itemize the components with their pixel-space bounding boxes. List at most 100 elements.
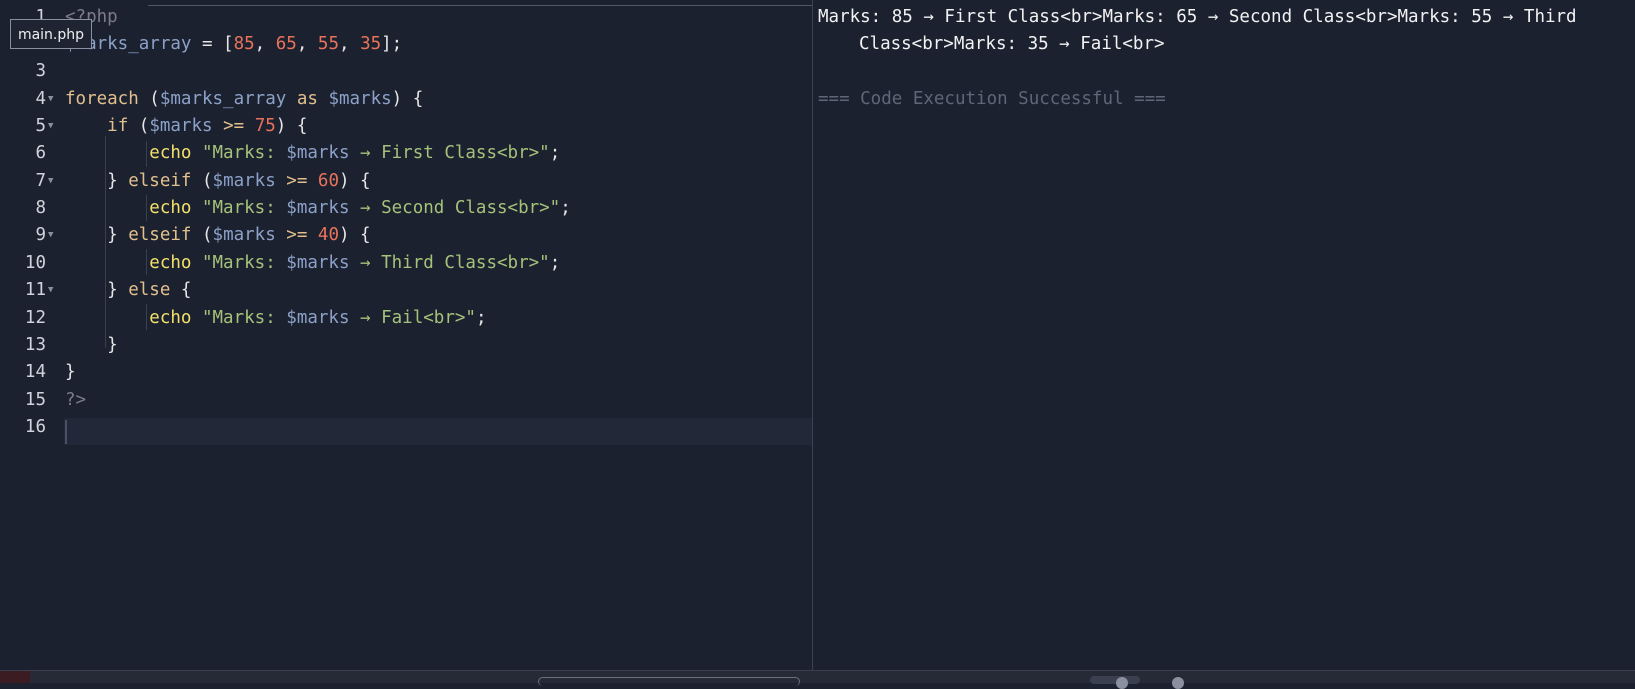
punct-token: { (170, 280, 192, 300)
punct-token: ; (549, 143, 561, 163)
punct-token: ) { (338, 171, 371, 191)
fold-arrow-icon[interactable]: ▼ (48, 86, 58, 113)
keyword-token: foreach (65, 89, 139, 109)
number-token: 85 (233, 34, 255, 54)
number-token: 55 (317, 34, 339, 54)
execution-status: === Code Execution Successful === (818, 89, 1166, 109)
variable-token: $marks (286, 253, 350, 273)
echo-token: echo (149, 143, 192, 163)
code-line: foreach ($marks_array as $marks) { (65, 86, 423, 113)
echo-token: echo (149, 198, 192, 218)
line-number: 13 (24, 335, 46, 355)
line-number: 12 (24, 308, 46, 328)
fold-arrow-icon[interactable]: ▼ (48, 277, 58, 304)
output-line: Marks: 85 → First Class<br>Marks: 65 → S… (818, 7, 1577, 27)
code-line: echo "Marks: $marks → First Class<br>"; (65, 140, 560, 167)
line-number: 4 (35, 89, 46, 109)
operator-token: >= (212, 116, 255, 136)
punct-token: , (338, 34, 361, 54)
code-line: } elseif ($marks >= 40) { (65, 222, 370, 249)
code-line: } (65, 332, 118, 359)
punct-token: ( (191, 171, 213, 191)
punct-token: ( (138, 89, 160, 109)
keyword-token: else (128, 280, 171, 300)
active-line-highlight (64, 418, 812, 445)
variable-token: $marks (212, 225, 276, 245)
punct-token: ( (191, 225, 213, 245)
number-token: 35 (360, 34, 382, 54)
punct-token: ; (475, 308, 487, 328)
punct-token: ) { (391, 89, 424, 109)
code-line: if ($marks >= 75) { (65, 113, 307, 140)
number-token: 40 (317, 225, 339, 245)
string-token: → First Class<br>" (349, 143, 550, 163)
string-token: "Marks: (191, 308, 287, 328)
string-token: "Marks: (191, 143, 287, 163)
number-token: 65 (275, 34, 297, 54)
code-line: } (65, 359, 76, 386)
echo-token: echo (149, 253, 192, 273)
number-token: 75 (254, 116, 276, 136)
taskbar-dot-icon[interactable] (1116, 677, 1128, 689)
variable-token: $marks (149, 116, 213, 136)
fold-arrow-icon[interactable]: ▼ (48, 222, 58, 249)
variable-token: $marks (286, 143, 350, 163)
code-line: echo "Marks: $marks → Fail<br>"; (65, 305, 486, 332)
taskbar-edge (0, 670, 1635, 689)
variable-token: $marks (286, 198, 350, 218)
line-number: 3 (35, 61, 46, 81)
variable-token: $marks (328, 89, 392, 109)
fold-arrow-icon[interactable]: ▼ (48, 168, 58, 195)
line-number: 15 (24, 390, 46, 410)
string-token: → Fail<br>" (349, 308, 476, 328)
punct-token: ) { (275, 116, 308, 136)
code-line: ?> (65, 387, 86, 414)
keyword-token: if (107, 116, 129, 136)
code-line: } elseif ($marks >= 60) { (65, 168, 371, 195)
punct-token: ; (549, 253, 561, 273)
output-panel: Marks: 85 → First Class<br>Marks: 65 → S… (813, 0, 1635, 670)
variable-token: $marks_array (159, 89, 287, 109)
code-line: $marks_array = [85, 65, 55, 35]; (65, 31, 402, 58)
code-line: echo "Marks: $marks → Third Class<br>"; (65, 250, 560, 277)
punct-token: } (107, 225, 129, 245)
string-token: "Marks: (191, 253, 287, 273)
line-number: 5 (35, 116, 46, 136)
punct-token: = [ (191, 34, 234, 54)
line-number: 16 (24, 417, 46, 437)
code-line: echo "Marks: $marks → Second Class<br>"; (65, 195, 571, 222)
operator-token: >= (275, 171, 318, 191)
output-line: Class<br>Marks: 35 → Fail<br> (859, 34, 1165, 54)
php-close-tag: ?> (65, 390, 87, 410)
taskbar-dot-icon[interactable] (1172, 677, 1184, 689)
taskbar-accent (0, 671, 30, 683)
punct-token: ( (128, 116, 150, 136)
punct-token: ]; (381, 34, 403, 54)
code-editor[interactable]: 1 2 3 4 5 6 7 8 9 10 11 12 13 14 15 16 ▼… (0, 0, 1635, 670)
keyword-token: elseif (128, 225, 192, 245)
operator-token: >= (275, 225, 318, 245)
echo-token: echo (149, 308, 192, 328)
line-number: 9 (35, 225, 46, 245)
number-token: 60 (317, 171, 339, 191)
line-number: 11 (24, 280, 46, 300)
code-line: } else { (65, 277, 191, 304)
string-token: "Marks: (191, 198, 287, 218)
string-token: → Third Class<br>" (349, 253, 550, 273)
line-number: 14 (24, 362, 46, 382)
file-tab-tooltip[interactable]: main.php (10, 19, 92, 49)
punct-token: } (107, 280, 129, 300)
fold-arrow-icon[interactable]: ▼ (48, 113, 58, 140)
keyword-token: elseif (128, 171, 192, 191)
punct-token: } (65, 362, 76, 382)
punct-token: } (107, 335, 118, 355)
punct-token: ; (560, 198, 571, 218)
taskbar-item[interactable] (1090, 676, 1140, 684)
variable-token: $marks (286, 308, 350, 328)
keyword-token: as (286, 89, 329, 109)
string-token: → Second Class<br>" (349, 198, 561, 218)
line-number: 7 (35, 171, 46, 191)
punct-token: , (254, 34, 276, 54)
line-number: 10 (24, 253, 46, 273)
line-number: 8 (35, 198, 46, 218)
